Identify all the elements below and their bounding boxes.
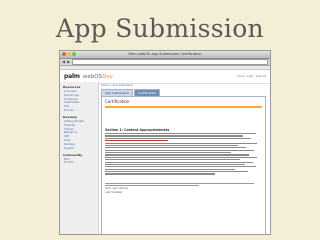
sidebar: Resources Overview Submit App Guidelines… (60, 82, 99, 234)
panel-title: Certification (105, 99, 130, 104)
text-line (105, 182, 255, 184)
text-line (105, 161, 253, 163)
browser-toolbar: ◀ ▶ (60, 59, 270, 66)
text-line (105, 133, 256, 135)
text-line (105, 140, 168, 142)
text-line (105, 135, 244, 137)
sidebar-item[interactable]: SDK (64, 135, 98, 138)
sidebar-item[interactable]: Tutorials (64, 124, 98, 127)
sidebar-item[interactable]: Reference (64, 131, 98, 134)
palm-logo[interactable]: palm (64, 73, 80, 80)
webos-dev-logo: webOSDev (83, 74, 113, 80)
logo-product-prefix: webOS (82, 73, 103, 80)
app-catalog-link[interactable]: Palm App Catalog (105, 187, 262, 190)
text-line (105, 163, 245, 166)
last-updated: Last Updated (105, 191, 123, 195)
sidebar-item[interactable]: Getting Started (64, 120, 98, 123)
tab-app-submission[interactable]: App Submission (101, 89, 133, 96)
text-line (105, 159, 241, 161)
main-content: Home > App Submission App Submission Cer… (101, 84, 266, 234)
top-links: Home Login Support (237, 75, 266, 78)
sidebar-item[interactable]: Samples (64, 143, 98, 146)
text-line (105, 152, 231, 154)
window-titlebar: Palm webOS App Submission Certification (60, 51, 270, 59)
forward-button[interactable]: ▶ (67, 59, 70, 65)
guideline-text-block (105, 133, 262, 175)
sidebar-heading: Develop (63, 114, 77, 119)
sidebar-item[interactable]: Submit App (64, 94, 98, 97)
text-line (105, 147, 247, 149)
text-line (105, 171, 248, 173)
sidebar-item[interactable]: Forums (64, 161, 98, 164)
breadcrumb[interactable]: Home > App Submission (101, 84, 266, 87)
browser-screenshot: Palm webOS App Submission Certification … (59, 50, 271, 235)
accent-rule (105, 106, 262, 108)
note-block (105, 182, 262, 187)
text-line (105, 154, 250, 156)
back-button[interactable]: ◀ (62, 59, 65, 65)
text-line (105, 144, 239, 147)
sidebar-heading: Resources (63, 85, 81, 89)
text-line (105, 137, 251, 139)
tab-certification[interactable]: Certification (133, 89, 161, 96)
sidebar-item[interactable]: FAQ (64, 105, 98, 108)
address-bar[interactable] (72, 59, 268, 65)
text-line (105, 156, 258, 158)
sidebar-item[interactable]: Forums (64, 109, 98, 112)
window-title: Palm webOS App Submission Certification (128, 52, 202, 56)
certification-panel: Certification Section 1: Content Appropr… (101, 96, 266, 234)
sidebar-heading: Community (63, 152, 83, 157)
text-line (105, 149, 255, 151)
text-line (105, 168, 236, 170)
text-line (105, 142, 258, 144)
text-line (105, 173, 215, 175)
text-line (105, 166, 256, 168)
sidebar-item[interactable]: Certification (64, 101, 98, 104)
tab-bar: App Submission Certification (101, 89, 266, 96)
sidebar-item[interactable]: Support (64, 147, 98, 150)
section-title: Section 1: Content Appropriateness (105, 128, 170, 132)
logo-product-suffix: Dev (102, 73, 113, 80)
text-line (105, 184, 200, 187)
top-link[interactable]: Login (247, 75, 254, 78)
top-link[interactable]: Home (237, 75, 245, 78)
slide-title: App Submission (56, 14, 264, 43)
top-link[interactable]: Support (256, 75, 266, 78)
sidebar-item[interactable]: Tools (64, 139, 98, 142)
sidebar-item[interactable]: Overview (64, 90, 98, 93)
